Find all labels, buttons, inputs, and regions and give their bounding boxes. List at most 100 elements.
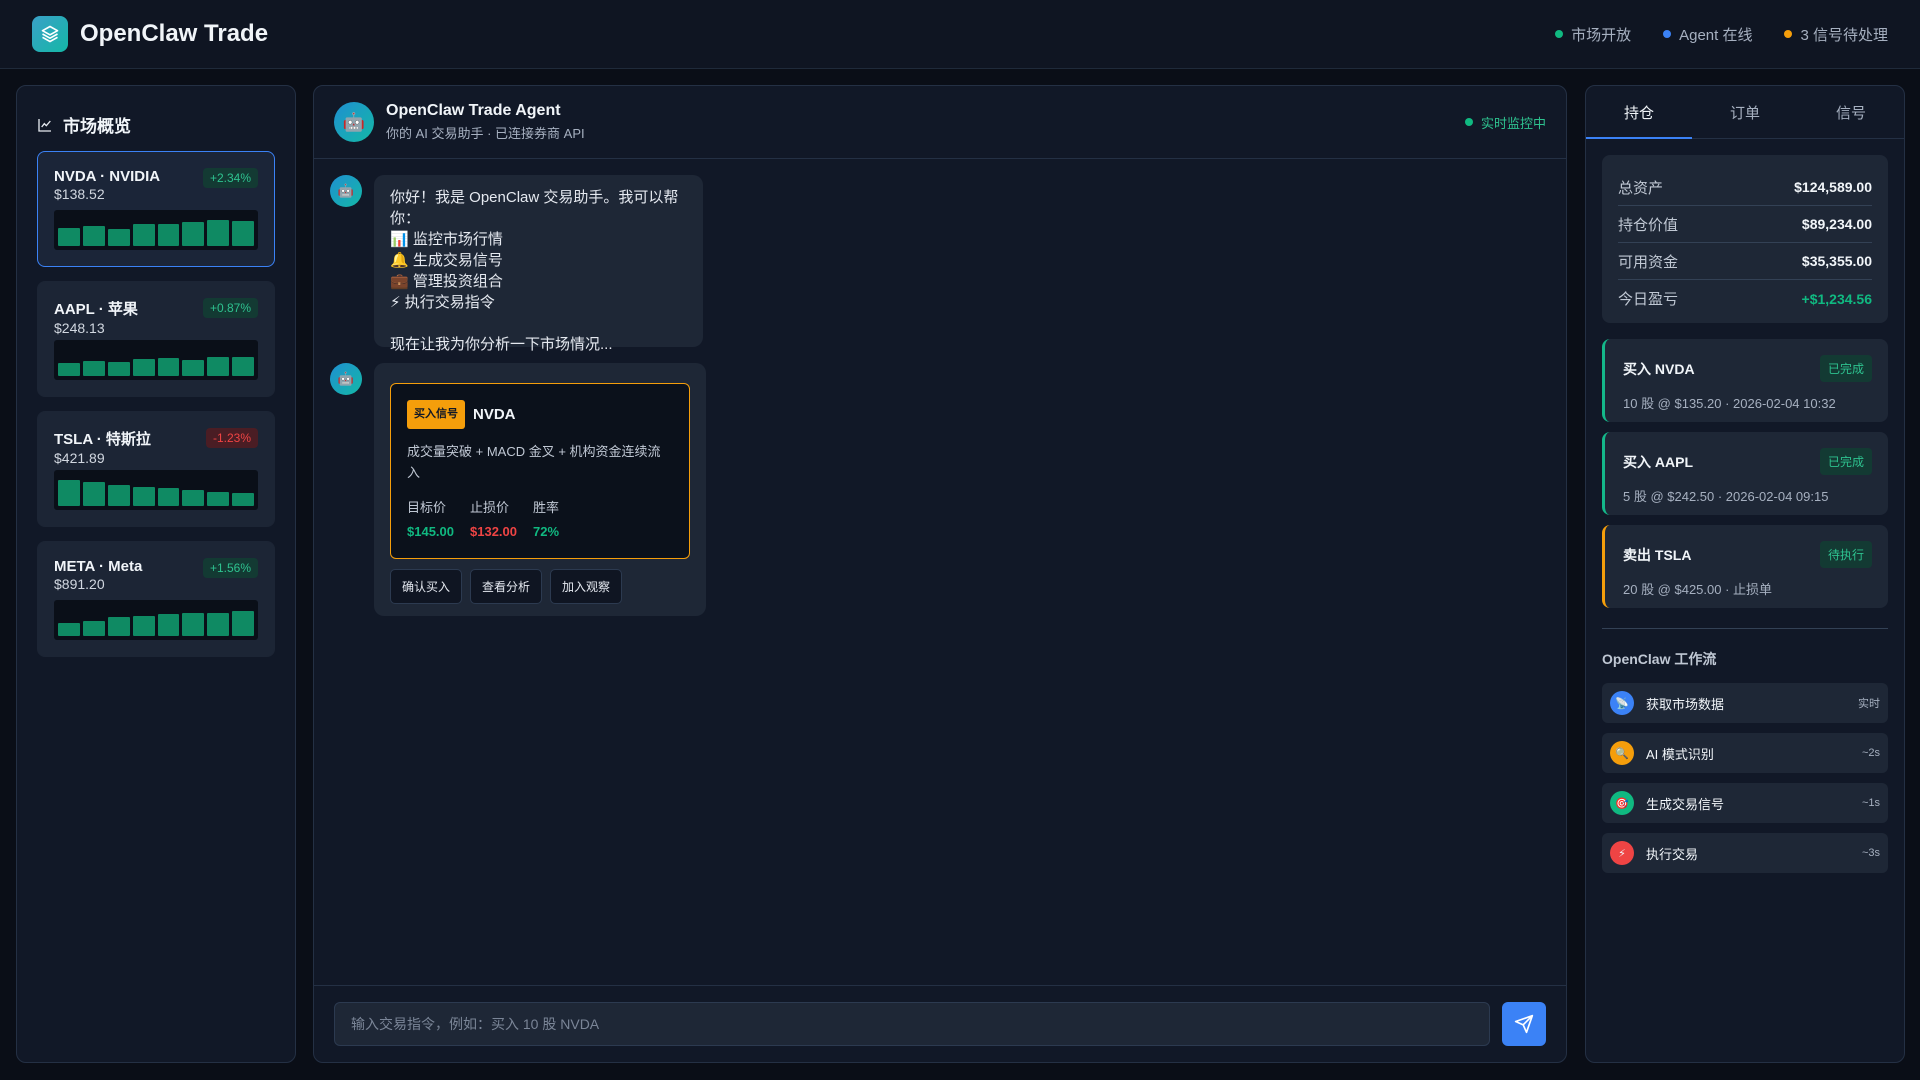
order-item[interactable]: 买入 AAPL 5 股 @ $242.50 · 2026-02-04 09:15… — [1602, 432, 1888, 515]
sparkline — [54, 210, 258, 250]
stock-price: $248.13 — [54, 320, 105, 336]
order-status-badge: 已完成 — [1819, 355, 1872, 382]
lightning-icon: ⚡ — [1610, 841, 1634, 865]
sparkline-bar — [232, 221, 254, 246]
summary-label: 可用资金 — [1618, 253, 1679, 271]
signal-description: 成交量突破 + MACD 金叉 + 机构资金连续流入 — [407, 444, 661, 480]
tab-orders[interactable]: 订单 — [1692, 86, 1798, 138]
summary-label: 今日盈亏 — [1618, 291, 1679, 308]
view-analysis-button[interactable]: 查看分析 — [470, 569, 543, 604]
change-badge: +2.34% — [202, 168, 258, 188]
workflow-step: ⚡ 执行交易 ~3s — [1602, 833, 1888, 873]
add-watch-button[interactable]: 加入观察 — [550, 569, 623, 604]
message-bubble: 你好！我是 OpenClaw 交易助手。我可以帮你： 📊 监控市场行情 🔔 生成… — [374, 175, 703, 353]
portfolio-body: 总资产 $124,589.00 持仓价值 $89,234.00 可用资金 $35… — [1586, 139, 1904, 889]
message-greeting: 🤖 你好！我是 OpenClaw 交易助手。我可以帮你： 📊 监控市场行情 🔔 … — [330, 175, 1550, 353]
signal-stats: 目标价 $145.00 止损价 $132.00 胜率 72% — [407, 497, 673, 542]
portfolio-panel: 持仓 订单 信号 总资产 $124,589.00 持仓价值 $89,234.00… — [1585, 85, 1905, 1063]
stat-target: 目标价 $145.00 — [407, 497, 454, 542]
confirm-buy-button[interactable]: 确认买入 — [390, 569, 463, 604]
signal-tag: 买入信号 — [407, 400, 465, 429]
summary-value: $124,589.00 — [1794, 179, 1872, 195]
stock-price: $421.89 — [54, 450, 105, 466]
message-line: ⚡ 执行交易指令 — [390, 294, 495, 311]
order-item[interactable]: 卖出 TSLA 20 股 @ $425.00 · 止损单 待执行 — [1602, 525, 1888, 608]
message-line: 📊 监控市场行情 — [390, 231, 503, 248]
workflow-step-label: 生成交易信号 — [1646, 796, 1725, 812]
sparkline-bar — [107, 229, 130, 246]
tab-signals[interactable]: 信号 — [1798, 86, 1904, 138]
workflow-title: OpenClaw 工作流 — [1602, 651, 1717, 667]
message-line: 现在让我为你分析一下市场情况... — [390, 336, 613, 353]
sparkline-bar — [107, 361, 130, 376]
chart-line-icon — [38, 118, 51, 132]
message-list: 🤖 你好！我是 OpenClaw 交易助手。我可以帮你： 📊 监控市场行情 🔔 … — [314, 159, 1566, 648]
workflow-step: 🎯 生成交易信号 ~1s — [1602, 783, 1888, 823]
divider — [1602, 628, 1888, 629]
status-signals[interactable]: 3 信号待处理 — [1784, 24, 1888, 45]
sparkline-bar — [182, 612, 205, 636]
workflow-step-time: ~3s — [1861, 847, 1880, 859]
app-title: OpenClaw Trade — [80, 20, 269, 47]
sparkline-bar — [157, 358, 180, 376]
stat-value: 72% — [533, 524, 560, 539]
send-button[interactable] — [1502, 1002, 1546, 1046]
signal-ticker: NVDA — [473, 406, 516, 423]
sparkline-bar — [232, 357, 254, 376]
order-item[interactable]: 买入 NVDA 10 股 @ $135.20 · 2026-02-04 10:3… — [1602, 339, 1888, 422]
send-icon — [1514, 1014, 1534, 1034]
workflow-step-label: 获取市场数据 — [1646, 696, 1725, 712]
robot-icon: 🤖 — [330, 363, 362, 395]
sparkline-bar — [232, 611, 254, 636]
sparkline-bar — [157, 223, 180, 246]
stat-label: 胜率 — [533, 500, 560, 515]
sparkline-bar — [182, 222, 205, 246]
signal-head: 买入信号 NVDA — [407, 400, 673, 429]
agent-subtitle: 你的 AI 交易助手 · 已连接券商 API — [386, 126, 585, 141]
sparkline-bar — [132, 359, 155, 376]
order-status-badge: 已完成 — [1819, 448, 1872, 475]
summary-row-pnl: 今日盈亏 +$1,234.56 — [1618, 280, 1872, 317]
stock-card-aapl[interactable]: AAPL · 苹果 $248.13 +0.87% — [37, 281, 275, 397]
change-badge: +1.56% — [202, 558, 258, 578]
summary-row-holdings: 持仓价值 $89,234.00 — [1618, 206, 1872, 243]
summary-value: $35,355.00 — [1801, 253, 1872, 269]
stock-price: $138.52 — [54, 186, 105, 202]
status-market: 市场开放 — [1555, 24, 1631, 45]
workflow-step-time: 实时 — [1858, 698, 1880, 710]
status-dot — [1555, 30, 1564, 38]
summary-label: 总资产 — [1618, 179, 1664, 197]
satellite-icon: 📡 — [1610, 691, 1634, 715]
chat-header: 🤖 OpenClaw Trade Agent 你的 AI 交易助手 · 已连接券… — [314, 86, 1566, 159]
status-label: 市场开放 — [1571, 26, 1632, 44]
app-header: OpenClaw Trade 市场开放 Agent 在线 3 信号待处理 — [0, 0, 1920, 69]
summary-row-cash: 可用资金 $35,355.00 — [1618, 243, 1872, 280]
message-line: 你好！我是 OpenClaw 交易助手。我可以帮你： — [390, 189, 679, 227]
summary-value: $89,234.00 — [1801, 216, 1872, 232]
message-bubble: 买入信号 NVDA 成交量突破 + MACD 金叉 + 机构资金连续流入 目标价… — [374, 363, 706, 616]
tab-positions[interactable]: 持仓 — [1586, 86, 1692, 139]
stock-card-meta[interactable]: META · Meta $891.20 +1.56% — [37, 541, 275, 657]
workflow-step-time: ~2s — [1861, 747, 1880, 759]
sparkline — [54, 600, 258, 640]
stat-label: 目标价 — [407, 500, 447, 515]
live-status: 实时监控中 — [1464, 113, 1546, 132]
chat-panel: 🤖 OpenClaw Trade Agent 你的 AI 交易助手 · 已连接券… — [313, 85, 1567, 1063]
sparkline-bar — [107, 617, 130, 636]
chat-input[interactable] — [334, 1002, 1490, 1046]
sparkline-bar — [58, 362, 80, 376]
stat-value: $145.00 — [407, 524, 454, 539]
sparkline-bar — [82, 482, 105, 506]
account-summary: 总资产 $124,589.00 持仓价值 $89,234.00 可用资金 $35… — [1602, 155, 1888, 323]
stock-price: $891.20 — [54, 576, 105, 592]
chat-input-bar — [314, 985, 1566, 1062]
section-title-text: 市场概览 — [63, 117, 131, 136]
header-status-bar: 市场开放 Agent 在线 3 信号待处理 — [1555, 24, 1888, 45]
stock-card-tsla[interactable]: TSLA · 特斯拉 $421.89 -1.23% — [37, 411, 275, 527]
workflow-step-time: ~1s — [1861, 797, 1880, 809]
change-badge: -1.23% — [205, 428, 258, 448]
order-detail: 5 股 @ $242.50 · 2026-02-04 09:15 — [1623, 489, 1829, 504]
portfolio-tabs: 持仓 订单 信号 — [1586, 86, 1904, 139]
message-signal: 🤖 买入信号 NVDA 成交量突破 + MACD 金叉 + 机构资金连续流入 目… — [330, 363, 1550, 616]
stock-card-nvda[interactable]: NVDA · NVIDIA $138.52 +2.34% — [37, 151, 275, 267]
